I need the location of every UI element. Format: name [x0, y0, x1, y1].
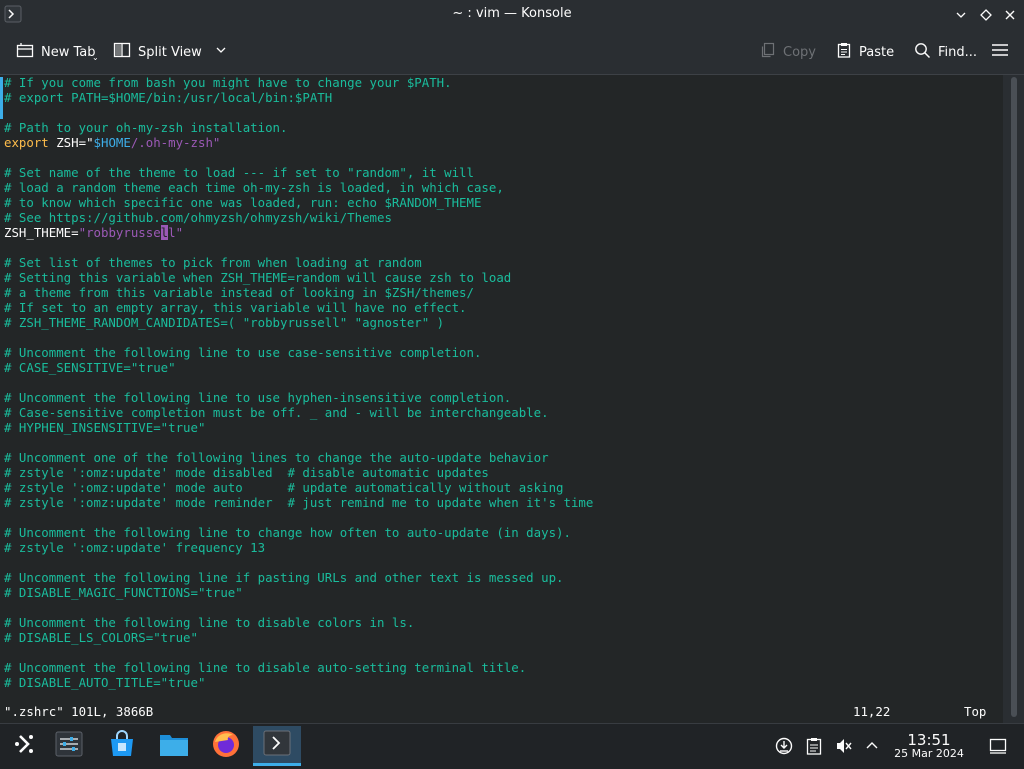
editor-line: # Uncomment one of the following lines t…	[4, 450, 549, 465]
taskbar	[0, 723, 1024, 769]
vim-scroll-position: Top	[964, 704, 987, 719]
network-icon[interactable]	[774, 736, 794, 756]
split-view-button[interactable]: Split View	[113, 40, 227, 64]
chevron-down-icon	[215, 44, 227, 60]
editor-line: # CASE_SENSITIVE="true"	[4, 360, 176, 375]
new-tab-button[interactable]: New Tab ⌄	[16, 40, 99, 64]
editor-line: # DISABLE_AUTO_TITLE="true"	[4, 675, 206, 690]
copy-button[interactable]: Copy	[760, 40, 816, 64]
editor-line: # a theme from this variable instead of …	[4, 285, 474, 300]
editor-line: # Set list of themes to pick from when l…	[4, 255, 422, 270]
editor-line: # Path to your oh-my-zsh installation.	[4, 120, 288, 135]
clipboard-icon[interactable]	[804, 736, 824, 756]
hamburger-menu-button[interactable]	[991, 40, 1009, 64]
window-title: ~ : vim — Konsole	[452, 6, 572, 21]
zsh-assign: ZSH="	[48, 135, 94, 150]
theme-string-end: l"	[168, 225, 184, 240]
volume-muted-icon[interactable]	[834, 736, 854, 756]
editor-line: # zstyle ':omz:update' mode disabled # d…	[4, 465, 489, 480]
editor-line: # zstyle ':omz:update' mode auto # updat…	[4, 480, 564, 495]
editor-line: # zstyle ':omz:update' frequency 13	[4, 540, 266, 555]
editor-line: # ZSH_THEME_RANDOM_CANDIDATES=( "robbyru…	[4, 315, 445, 330]
editor-line: # HYPHEN_INSENSITIVE="true"	[4, 420, 206, 435]
editor-line: # Uncomment the following line to change…	[4, 525, 571, 540]
split-view-label: Split View	[138, 44, 202, 60]
find-label: Find...	[938, 44, 978, 60]
clock-date[interactable]: 25 Mar 2024	[888, 747, 970, 760]
vim-cursor-position: 11,22	[853, 704, 891, 719]
discover-store-button[interactable]	[98, 726, 146, 766]
editor-line: # See https://github.com/ohmyzsh/ohmyzsh…	[4, 210, 392, 225]
editor-line: # Case-sensitive completion must be off.…	[4, 405, 549, 420]
editor-line: # Setting this variable when ZSH_THEME=r…	[4, 270, 512, 285]
editor-line: # load a random theme each time oh-my-zs…	[4, 180, 504, 195]
konsole-toolbar: New Tab ⌄ Split View Copy Paste Find...	[0, 30, 1024, 75]
editor-line: # zstyle ':omz:update' mode reminder # j…	[4, 495, 594, 510]
editor-line: # Uncomment the following line to disabl…	[4, 615, 415, 630]
editor-line: # DISABLE_MAGIC_FUNCTIONS="true"	[4, 585, 243, 600]
discover-store-icon	[108, 730, 136, 762]
search-icon	[914, 42, 931, 63]
system-settings-button[interactable]	[45, 726, 93, 766]
paste-label: Paste	[859, 44, 895, 60]
terminal-scrollbar[interactable]	[1003, 75, 1024, 723]
editor-line: # If set to an empty array, this variabl…	[4, 300, 467, 315]
editor-line: # export PATH=$HOME/bin:/usr/local/bin:$…	[4, 90, 333, 105]
scrollbar-thumb[interactable]	[1011, 77, 1017, 717]
editor-line: # If you come from bash you might have t…	[4, 75, 452, 90]
hamburger-menu-icon	[991, 42, 1009, 62]
vim-file-status: ".zshrc" 101L, 3866B	[4, 704, 154, 719]
konsole-button[interactable]	[253, 726, 301, 766]
find-button[interactable]: Find...	[914, 40, 977, 64]
editor-line: # Uncomment the following line to use ca…	[4, 345, 482, 360]
home-variable: $HOME	[93, 135, 131, 150]
new-tab-label: New Tab	[41, 44, 96, 60]
editor-line: # Uncomment the following line if pastin…	[4, 570, 564, 585]
firefox-icon	[211, 729, 241, 763]
editor-line: # DISABLE_LS_COLORS="true"	[4, 630, 198, 645]
new-tab-dropdown-indicator: ⌄	[92, 53, 99, 62]
close-icon[interactable]	[1000, 5, 1020, 25]
editor-line: # Set name of the theme to load --- if s…	[4, 165, 474, 180]
konsole-icon	[263, 730, 291, 760]
current-line-marker	[0, 77, 3, 119]
paste-icon	[836, 42, 852, 62]
show-desktop-icon[interactable]	[988, 736, 1008, 756]
zsh-theme-assign: ZSH_THEME=	[4, 225, 79, 240]
tray-expand-icon[interactable]	[862, 736, 882, 756]
new-tab-icon	[16, 42, 34, 62]
application-launcher-icon	[11, 731, 37, 761]
file-manager-icon	[159, 731, 189, 761]
split-view-icon	[113, 42, 131, 62]
window-titlebar[interactable]: ~ : vim — Konsole	[0, 0, 1024, 30]
system-settings-icon	[55, 730, 83, 762]
editor-line: # Uncomment the following line to disabl…	[4, 660, 527, 675]
minimize-icon[interactable]	[951, 5, 971, 25]
zsh-path-string: /.oh-my-zsh"	[130, 135, 221, 150]
editor-line: # Uncomment the following line to use hy…	[4, 390, 512, 405]
firefox-button[interactable]	[202, 726, 250, 766]
paste-button[interactable]: Paste	[836, 40, 894, 64]
theme-string: "robbyrusse	[78, 225, 161, 240]
application-launcher-button[interactable]	[0, 726, 48, 766]
editor-line: # to know which specific one was loaded,…	[4, 195, 482, 210]
copy-icon	[760, 42, 776, 62]
file-manager-button[interactable]	[150, 726, 198, 766]
editor-line: export ZSH="$HOME/.oh-my-zsh"	[4, 135, 220, 150]
keyword-export: export	[4, 135, 49, 150]
editor-line: ZSH_THEME="robbyrussell"	[4, 225, 183, 240]
copy-label: Copy	[783, 44, 816, 60]
maximize-icon[interactable]	[976, 5, 996, 25]
